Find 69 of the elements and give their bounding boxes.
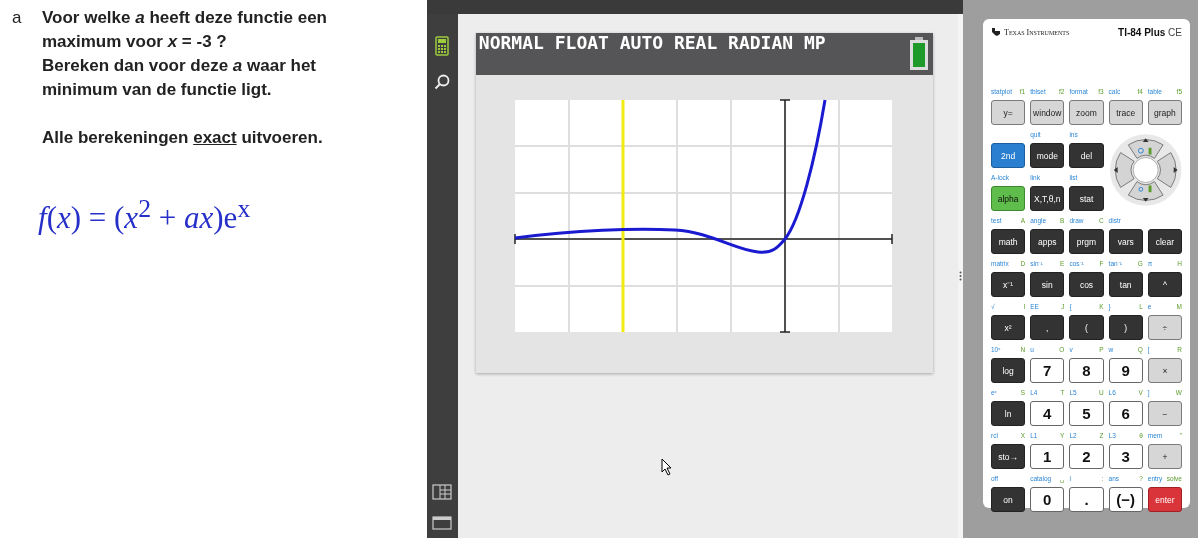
calculator-key[interactable]: y= <box>991 100 1026 125</box>
calculator-key[interactable]: 7 <box>1030 358 1065 383</box>
question-text: minimum van de functie ligt. <box>42 79 273 101</box>
calculator-icon[interactable] <box>435 36 450 56</box>
calculator-key[interactable]: on <box>991 487 1026 512</box>
right-key[interactable] <box>1156 152 1178 188</box>
calculator-key[interactable]: + <box>1147 444 1182 469</box>
calculator-key[interactable]: sin <box>1030 272 1065 297</box>
calculator-key[interactable]: enter <box>1147 487 1182 512</box>
calculator-key[interactable]: − <box>1147 401 1182 426</box>
battery-icon <box>908 37 929 71</box>
calculator-key[interactable]: × <box>1147 358 1182 383</box>
mouse-pointer-icon <box>660 458 673 476</box>
formula: f(x) = (x$^{2}$ + ax)e$^{x}$ <box>38 194 252 237</box>
calculator-key[interactable]: alpha <box>991 186 1026 211</box>
calculator-key[interactable]: , <box>1030 315 1065 340</box>
calculator-key[interactable]: cos <box>1069 272 1104 297</box>
calculator-key[interactable]: 2 <box>1069 444 1104 469</box>
calculator-key[interactable]: prgm <box>1069 229 1104 254</box>
calculator-key[interactable]: x² <box>991 315 1026 340</box>
search-icon[interactable] <box>434 74 451 90</box>
brand-name: Texas Instruments <box>1004 27 1070 37</box>
calculator-key[interactable]: zoom <box>1069 100 1104 125</box>
calculator-key[interactable]: ÷ <box>1147 315 1182 340</box>
question-text: Voor welke a heeft deze functie een <box>42 7 327 29</box>
calculator-key[interactable]: tan <box>1108 272 1143 297</box>
calculator-key[interactable]: ^ <box>1147 272 1182 297</box>
calculator-key[interactable]: x⁻¹ <box>991 272 1026 297</box>
calculator-key[interactable]: ( <box>1069 315 1104 340</box>
calculator-key[interactable]: 2nd <box>991 143 1026 168</box>
calculator-key[interactable]: ) <box>1108 315 1143 340</box>
calculator-key[interactable]: graph <box>1147 100 1182 125</box>
question-letter: a <box>12 7 23 29</box>
instruction-text: Alle berekeningen exact uitvoeren. <box>42 127 324 149</box>
resize-handle-icon[interactable] <box>958 271 962 281</box>
calculator-key[interactable]: 3 <box>1108 444 1143 469</box>
calculator-key[interactable]: window <box>1030 100 1065 125</box>
calculator-key[interactable]: . <box>1069 487 1104 512</box>
calculator-key[interactable]: apps <box>1030 229 1065 254</box>
question-text: Bereken dan voor deze a waar het <box>42 55 317 77</box>
calculator-key[interactable]: math <box>991 229 1026 254</box>
calculator-key[interactable]: 9 <box>1108 358 1143 383</box>
up-key[interactable] <box>1127 138 1164 159</box>
question-text: maximum voor x = -3 ? <box>42 31 228 53</box>
calculator-key[interactable]: del <box>1069 143 1104 168</box>
calculator-key[interactable]: (−) <box>1108 487 1143 512</box>
table-icon[interactable] <box>432 484 453 500</box>
calculator-key[interactable]: 8 <box>1069 358 1104 383</box>
down-key[interactable] <box>1127 181 1164 202</box>
calculator-key[interactable]: X,T,θ,n <box>1030 186 1065 211</box>
calculator-key[interactable]: sto→ <box>991 444 1026 469</box>
mode-status-text: NORMAL FLOAT AUTO REAL RADIAN MP <box>478 33 826 55</box>
calculator-key[interactable]: 6 <box>1108 401 1143 426</box>
calculator-key[interactable]: 4 <box>1030 401 1065 426</box>
calculator-key[interactable]: mode <box>1030 143 1065 168</box>
calculator-key[interactable]: clear <box>1147 229 1182 254</box>
calculator-key[interactable]: ln <box>991 401 1026 426</box>
left-key[interactable] <box>1113 152 1135 188</box>
calculator-key[interactable]: 1 <box>1030 444 1065 469</box>
calculator-key[interactable]: vars <box>1108 229 1143 254</box>
calculator-key[interactable]: stat <box>1069 186 1104 211</box>
calculator-key[interactable]: trace <box>1108 100 1143 125</box>
window-icon[interactable] <box>432 516 453 530</box>
arrow-pad-center <box>1132 156 1159 184</box>
model-name: TI-84 Plus CE <box>1118 26 1182 38</box>
logo-icon <box>991 27 1001 37</box>
calculator-key[interactable]: log <box>991 358 1026 383</box>
calculator-key[interactable]: 5 <box>1069 401 1104 426</box>
calculator-key[interactable]: 0 <box>1030 487 1065 512</box>
